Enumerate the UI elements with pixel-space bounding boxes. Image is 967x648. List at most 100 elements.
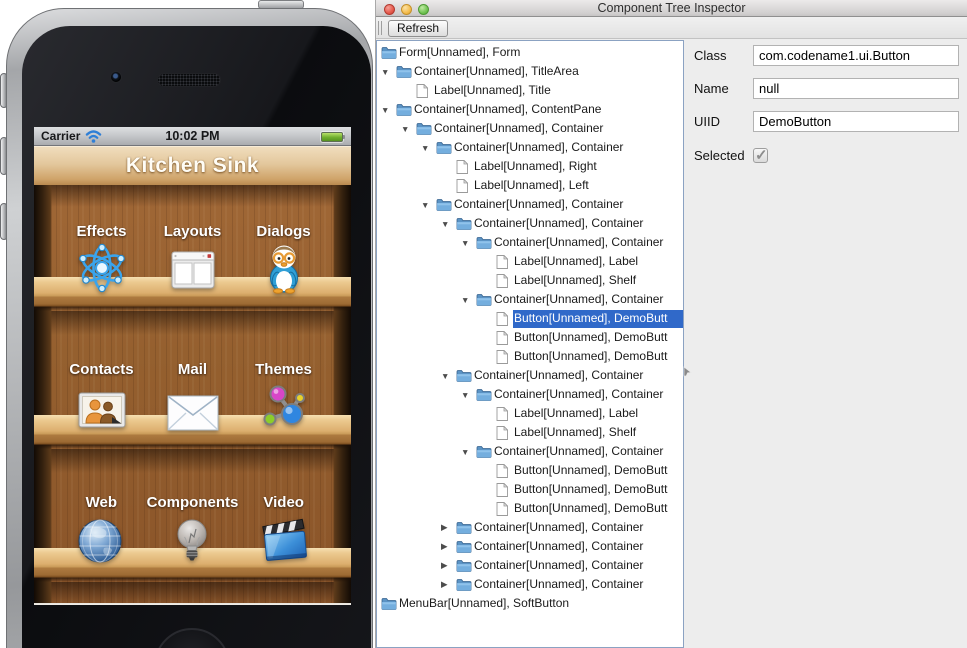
tree-node[interactable]: ▼ Container[Unnamed], Container xyxy=(377,195,683,214)
tree-node-label[interactable]: Button[Unnamed], DemoButt xyxy=(513,329,683,347)
tree-node[interactable]: Label[Unnamed], Title xyxy=(377,81,683,100)
tree-node-label[interactable]: Container[Unnamed], Container xyxy=(493,443,683,461)
app-item[interactable]: Themes xyxy=(238,361,329,432)
tree-node[interactable]: ▼ Container[Unnamed], Container xyxy=(377,366,683,385)
tree-node[interactable]: ▶ Container[Unnamed], Container xyxy=(377,518,683,537)
app-item[interactable]: Layouts xyxy=(147,223,238,294)
tree-node-label[interactable]: Container[Unnamed], Container xyxy=(473,215,683,233)
minimize-window-button[interactable] xyxy=(401,4,412,15)
tree-node-label[interactable]: Label[Unnamed], Label xyxy=(513,253,683,271)
close-window-button[interactable] xyxy=(384,4,395,15)
name-field[interactable] xyxy=(753,78,959,99)
tree-node-label[interactable]: Container[Unnamed], Container xyxy=(473,519,683,537)
collapse-arrow-icon[interactable]: ▼ xyxy=(461,238,476,248)
tree-node-label[interactable]: MenuBar[Unnamed], SoftButton xyxy=(398,595,683,613)
tree-node-label[interactable]: Button[Unnamed], DemoButt xyxy=(513,310,683,328)
tree-node[interactable]: Button[Unnamed], DemoButt xyxy=(377,328,683,347)
expand-arrow-icon[interactable]: ▶ xyxy=(441,541,456,552)
tree-node[interactable]: Button[Unnamed], DemoButt xyxy=(377,461,683,480)
collapse-arrow-icon[interactable]: ▼ xyxy=(381,67,396,77)
tree-node-label[interactable]: Button[Unnamed], DemoButt xyxy=(513,481,683,499)
tree-node[interactable]: Label[Unnamed], Right xyxy=(377,157,683,176)
collapse-arrow-icon[interactable]: ▼ xyxy=(461,447,476,457)
tree-node[interactable]: MenuBar[Unnamed], SoftButton xyxy=(377,594,683,613)
layout-window-icon[interactable] xyxy=(168,242,218,294)
app-item[interactable]: Effects xyxy=(56,223,147,294)
tree-node[interactable]: ▶ Container[Unnamed], Container xyxy=(377,537,683,556)
window-titlebar[interactable]: Component Tree Inspector xyxy=(376,0,967,17)
tree-node-label[interactable]: Container[Unnamed], Container xyxy=(433,120,683,138)
tree-node-label[interactable]: Container[Unnamed], Container xyxy=(473,367,683,385)
tree-node[interactable]: ▼ Container[Unnamed], Container xyxy=(377,385,683,404)
collapse-arrow-icon[interactable]: ▼ xyxy=(441,371,456,381)
tree-node-label[interactable]: Container[Unnamed], Container xyxy=(473,538,683,556)
app-item[interactable]: Dialogs xyxy=(238,223,329,294)
tree-node[interactable]: ▼ Container[Unnamed], Container xyxy=(377,138,683,157)
expand-arrow-icon[interactable]: ▶ xyxy=(441,560,456,571)
tree-node[interactable]: Button[Unnamed], DemoButt xyxy=(377,480,683,499)
tree-node-label[interactable]: Button[Unnamed], DemoButt xyxy=(513,462,683,480)
clapperboard-icon[interactable] xyxy=(257,513,311,565)
tree-node-label[interactable]: Container[Unnamed], Container xyxy=(453,196,683,214)
app-item[interactable]: Web xyxy=(56,494,147,565)
envelope-icon[interactable] xyxy=(166,380,220,432)
tree-node[interactable]: Label[Unnamed], Shelf xyxy=(377,271,683,290)
atom-icon[interactable] xyxy=(76,242,128,294)
tree-node-label[interactable]: Label[Unnamed], Label xyxy=(513,405,683,423)
collapse-arrow-icon[interactable]: ▼ xyxy=(421,143,436,153)
tree-node[interactable]: Label[Unnamed], Label xyxy=(377,404,683,423)
tree-node[interactable]: Label[Unnamed], Label xyxy=(377,252,683,271)
refresh-button[interactable]: Refresh xyxy=(388,20,448,37)
tree-node[interactable]: ▼ Container[Unnamed], Container xyxy=(377,442,683,461)
app-item[interactable]: Contacts xyxy=(56,361,147,432)
tree-node-label[interactable]: Container[Unnamed], Container xyxy=(453,139,683,157)
tree-node[interactable]: ▼ Container[Unnamed], Container xyxy=(377,290,683,309)
zoom-window-button[interactable] xyxy=(418,4,429,15)
contacts-photo-icon[interactable] xyxy=(76,380,128,432)
tree-node-label[interactable]: Container[Unnamed], ContentPane xyxy=(413,101,683,119)
collapse-arrow-icon[interactable]: ▼ xyxy=(421,200,436,210)
tree-node-label[interactable]: Container[Unnamed], Container xyxy=(493,234,683,252)
collapse-arrow-icon[interactable]: ▼ xyxy=(461,390,476,400)
component-tree[interactable]: Form[Unnamed], Form▼Container[Unnamed], … xyxy=(376,40,684,648)
tree-node[interactable]: Label[Unnamed], Shelf xyxy=(377,423,683,442)
expand-arrow-icon[interactable]: ▶ xyxy=(441,579,456,590)
tree-node-label[interactable]: Label[Unnamed], Shelf xyxy=(513,272,683,290)
app-item[interactable]: Components xyxy=(147,494,239,565)
tree-node-label[interactable]: Label[Unnamed], Title xyxy=(433,82,683,100)
collapse-arrow-icon[interactable]: ▼ xyxy=(461,295,476,305)
tree-node[interactable]: Button[Unnamed], DemoButt xyxy=(377,347,683,366)
tree-node-label[interactable]: Button[Unnamed], DemoButt xyxy=(513,500,683,518)
app-item[interactable]: Mail xyxy=(147,361,238,432)
tree-node-label[interactable]: Container[Unnamed], Container xyxy=(493,386,683,404)
uiid-field[interactable] xyxy=(753,111,959,132)
tree-node-label[interactable]: Label[Unnamed], Right xyxy=(473,158,683,176)
tree-node[interactable]: ▼ Container[Unnamed], Container xyxy=(377,233,683,252)
tree-node-label[interactable]: Form[Unnamed], Form xyxy=(398,44,683,62)
tree-node[interactable]: ▼Container[Unnamed], ContentPane xyxy=(377,100,683,119)
tree-node[interactable]: ▼ Container[Unnamed], TitleArea xyxy=(377,62,683,81)
tree-node-label[interactable]: Container[Unnamed], TitleArea xyxy=(413,63,683,81)
class-field[interactable] xyxy=(753,45,959,66)
tree-node[interactable]: ▼ Container[Unnamed], Container xyxy=(377,214,683,233)
tree-node-label[interactable]: Label[Unnamed], Shelf xyxy=(513,424,683,442)
tree-node-label[interactable]: Label[Unnamed], Left xyxy=(473,177,683,195)
tree-node[interactable]: ▶ Container[Unnamed], Container xyxy=(377,556,683,575)
globe-icon[interactable] xyxy=(76,513,126,565)
toolbar-drag-handle-icon[interactable] xyxy=(378,21,382,35)
lightbulb-icon[interactable] xyxy=(167,513,217,565)
molecule-icon[interactable] xyxy=(259,380,309,432)
selected-checkbox[interactable] xyxy=(753,148,768,163)
tree-node-label[interactable]: Container[Unnamed], Container xyxy=(473,576,683,594)
expand-arrow-icon[interactable]: ▶ xyxy=(441,522,456,533)
tree-node-label[interactable]: Container[Unnamed], Container xyxy=(473,557,683,575)
penguin-icon[interactable] xyxy=(261,242,307,294)
tree-node-label[interactable]: Container[Unnamed], Container xyxy=(493,291,683,309)
app-item[interactable]: Video xyxy=(238,494,329,565)
tree-node[interactable]: Label[Unnamed], Left xyxy=(377,176,683,195)
collapse-arrow-icon[interactable]: ▼ xyxy=(441,219,456,229)
tree-node[interactable]: Button[Unnamed], DemoButt xyxy=(377,309,683,328)
tree-node[interactable]: Button[Unnamed], DemoButt xyxy=(377,499,683,518)
tree-node[interactable]: ▶ Container[Unnamed], Container xyxy=(377,575,683,594)
tree-node[interactable]: ▼Container[Unnamed], Container xyxy=(377,119,683,138)
